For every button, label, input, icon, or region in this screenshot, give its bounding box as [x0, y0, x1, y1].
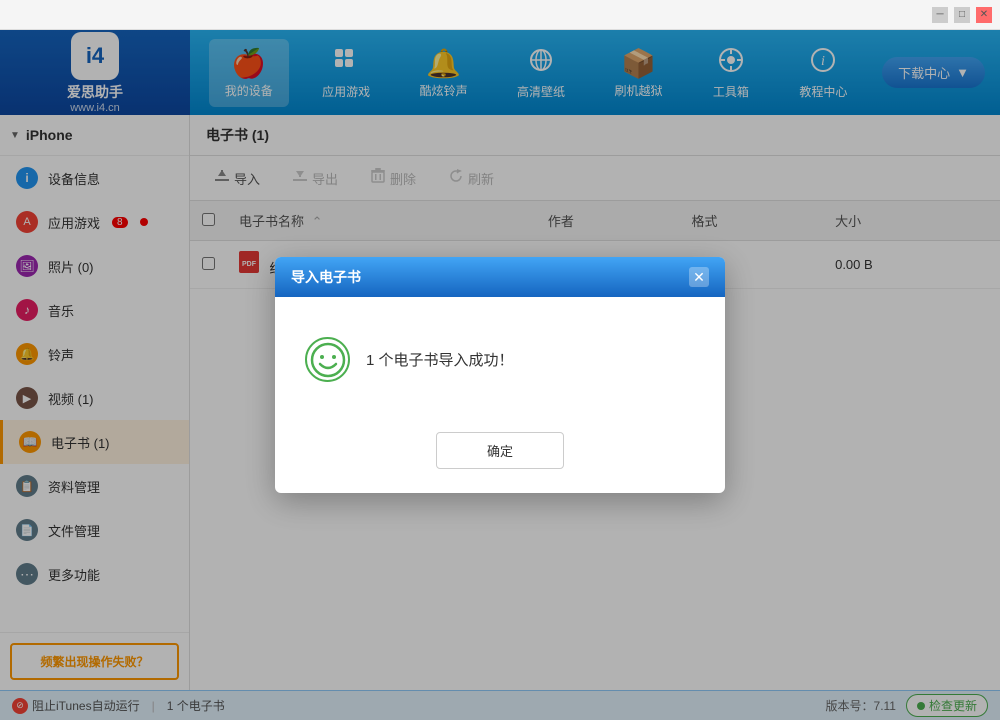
maximize-button[interactable]: □	[954, 7, 970, 23]
import-success-modal: 导入电子书 ✕ 1 个电子书导入成功！ 确定	[275, 257, 725, 493]
modal-overlay: 导入电子书 ✕ 1 个电子书导入成功！ 确定	[0, 30, 1000, 720]
close-button[interactable]: ✕	[976, 7, 992, 23]
modal-footer: 确定	[275, 422, 725, 493]
modal-message: 1 个电子书导入成功！	[366, 349, 514, 370]
confirm-button[interactable]: 确定	[436, 432, 564, 469]
modal-header: 导入电子书 ✕	[275, 257, 725, 297]
modal-title: 导入电子书	[291, 267, 361, 287]
smiley-icon	[305, 337, 350, 382]
titlebar-controls: ─ □ ✕	[932, 7, 992, 23]
modal-close-button[interactable]: ✕	[689, 267, 709, 287]
modal-body: 1 个电子书导入成功！	[275, 297, 725, 422]
minimize-button[interactable]: ─	[932, 7, 948, 23]
titlebar: ─ □ ✕	[0, 0, 1000, 30]
